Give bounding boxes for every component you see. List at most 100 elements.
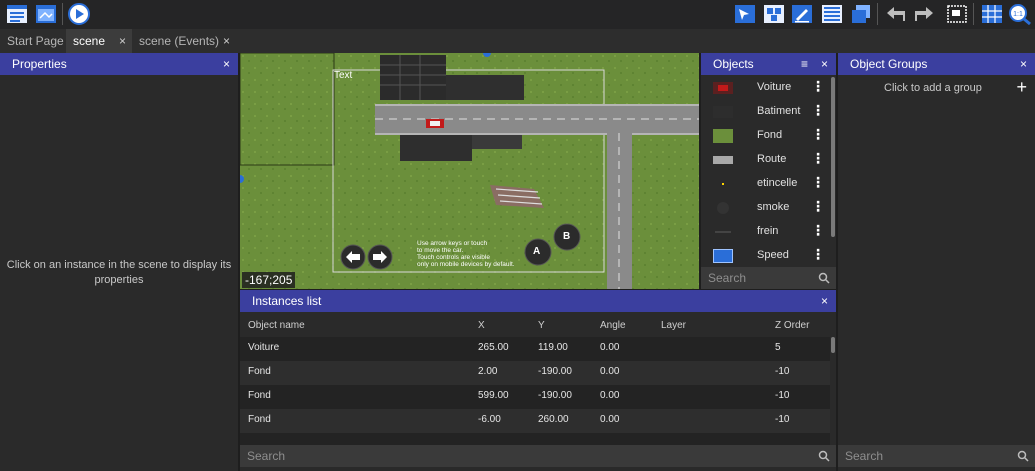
scene-window-icon[interactable] bbox=[34, 2, 58, 26]
close-icon[interactable]: × bbox=[1020, 53, 1027, 75]
search-icon[interactable] bbox=[818, 445, 830, 469]
groups-search-input[interactable]: Search bbox=[838, 445, 1035, 467]
more-options-icon[interactable]: ⋮ bbox=[811, 102, 825, 119]
table-row[interactable]: Fond 2.00 -190.00 0.00 -10 bbox=[240, 361, 830, 385]
message-line: Click on an instance in the scene to dis… bbox=[6, 259, 232, 271]
undo-icon[interactable] bbox=[884, 2, 908, 26]
more-options-icon[interactable]: ⋮ bbox=[811, 222, 825, 239]
open-groups-panel-icon[interactable] bbox=[762, 2, 786, 26]
svg-text:1:1: 1:1 bbox=[1013, 11, 1023, 18]
object-label: Speed bbox=[757, 249, 789, 261]
cell-object-name: Voiture bbox=[248, 342, 280, 353]
more-options-icon[interactable]: ⋮ bbox=[811, 126, 825, 143]
close-icon[interactable]: × bbox=[119, 29, 126, 53]
table-row[interactable]: Fond 599.00 -190.00 0.00 -10 bbox=[240, 385, 830, 409]
tab-label: scene bbox=[73, 34, 106, 48]
grass-thumb-icon bbox=[713, 129, 733, 143]
close-icon[interactable]: × bbox=[223, 53, 230, 75]
cell-y: 119.00 bbox=[538, 342, 568, 353]
window-mask-icon[interactable] bbox=[945, 2, 969, 26]
cell-object-name: Fond bbox=[248, 366, 271, 377]
filter-icon[interactable]: ≡ bbox=[801, 53, 808, 75]
close-icon[interactable]: × bbox=[821, 290, 828, 312]
tab-scene[interactable]: scene × bbox=[66, 29, 132, 53]
tab-start-page[interactable]: Start Page bbox=[0, 29, 66, 53]
cell-x: 2.00 bbox=[478, 366, 498, 377]
object-label: Voiture bbox=[757, 81, 792, 93]
more-options-icon[interactable]: ⋮ bbox=[811, 198, 825, 215]
cell-angle: 0.00 bbox=[600, 414, 620, 425]
cell-angle: 0.00 bbox=[600, 366, 620, 377]
object-item-voiture[interactable]: Voiture ⋮ bbox=[701, 76, 829, 100]
smoke-thumb-icon bbox=[713, 202, 733, 214]
instances-list-icon[interactable] bbox=[820, 2, 844, 26]
object-item-smoke[interactable]: smoke ⋮ bbox=[701, 196, 829, 220]
spark-thumb-icon bbox=[713, 178, 733, 190]
open-objects-panel-icon[interactable] bbox=[733, 2, 757, 26]
cursor-coordinates: -167;205 bbox=[242, 272, 296, 288]
column-header[interactable]: Object name bbox=[248, 320, 305, 331]
text-object-label: Text bbox=[334, 70, 353, 81]
object-label: Route bbox=[757, 153, 787, 165]
more-options-icon[interactable]: ⋮ bbox=[811, 150, 825, 167]
more-options-icon[interactable]: ⋮ bbox=[811, 174, 825, 191]
objects-search-input[interactable]: Search bbox=[701, 267, 836, 289]
properties-header: Properties × bbox=[0, 53, 238, 75]
column-header[interactable]: Z Order bbox=[775, 320, 809, 331]
search-placeholder: Search bbox=[708, 271, 747, 285]
search-placeholder: Search bbox=[845, 449, 884, 463]
road-thumb-icon bbox=[713, 156, 733, 164]
column-header[interactable]: Layer bbox=[661, 320, 686, 331]
object-label: Fond bbox=[757, 129, 783, 141]
hint-line: Touch controls are visible bbox=[417, 254, 490, 261]
hint-line: Use arrow keys or touch bbox=[417, 240, 488, 247]
more-options-icon[interactable]: ⋮ bbox=[811, 246, 825, 263]
preview-play-icon[interactable] bbox=[67, 2, 91, 26]
objects-scrollbar[interactable] bbox=[831, 77, 835, 237]
grid-icon[interactable] bbox=[980, 2, 1004, 26]
cell-z-order: -10 bbox=[775, 366, 790, 377]
object-item-speed[interactable]: Speed ⋮ bbox=[701, 244, 829, 268]
object-item-frein[interactable]: frein ⋮ bbox=[701, 220, 829, 244]
column-header[interactable]: X bbox=[478, 320, 485, 331]
cell-z-order: 5 bbox=[775, 342, 781, 353]
object-item-batiment[interactable]: Batiment ⋮ bbox=[701, 100, 829, 124]
add-group-message[interactable]: Click to add a group bbox=[884, 82, 982, 94]
cell-angle: 0.00 bbox=[600, 342, 620, 353]
message-line: properties bbox=[94, 274, 144, 286]
project-manager-icon[interactable] bbox=[5, 2, 29, 26]
edit-properties-icon[interactable] bbox=[790, 2, 814, 26]
close-icon[interactable]: × bbox=[821, 53, 828, 75]
layers-icon[interactable] bbox=[849, 2, 873, 26]
touch-button-a: A bbox=[533, 246, 541, 257]
objects-header: Objects ≡ × bbox=[701, 53, 836, 75]
object-groups-panel: Object Groups × Click to add a group + S… bbox=[838, 53, 1035, 471]
column-header[interactable]: Angle bbox=[600, 320, 626, 331]
tab-scene-events[interactable]: scene (Events) × bbox=[132, 29, 236, 53]
table-row[interactable]: Voiture 265.00 119.00 0.00 5 bbox=[240, 337, 830, 361]
cell-x: 599.00 bbox=[478, 390, 509, 401]
object-item-route[interactable]: Route ⋮ bbox=[701, 148, 829, 172]
groups-header: Object Groups × bbox=[838, 53, 1035, 75]
search-icon[interactable] bbox=[818, 267, 830, 291]
instances-search-input[interactable]: Search bbox=[240, 445, 836, 467]
column-header[interactable]: Y bbox=[538, 320, 545, 331]
brake-thumb-icon bbox=[713, 226, 733, 238]
add-group-button[interactable]: + bbox=[1016, 77, 1027, 98]
building-thumb-icon bbox=[713, 106, 733, 118]
instances-list-panel: Instances list × Object name X Y Angle L… bbox=[240, 290, 836, 471]
cell-angle: 0.00 bbox=[600, 390, 620, 401]
object-item-etincelle[interactable]: etincelle ⋮ bbox=[701, 172, 829, 196]
close-icon[interactable]: × bbox=[223, 29, 230, 53]
table-row[interactable]: Fond -6.00 260.00 0.00 -10 bbox=[240, 409, 830, 433]
scene-canvas[interactable]: Text Use arrow keys or touch to move the… bbox=[240, 53, 699, 289]
more-options-icon[interactable]: ⋮ bbox=[811, 78, 825, 95]
search-icon[interactable] bbox=[1017, 445, 1029, 469]
instances-scrollbar[interactable] bbox=[831, 337, 835, 353]
zoom-reset-icon[interactable]: 1:1 bbox=[1008, 2, 1032, 26]
redo-icon[interactable] bbox=[912, 2, 936, 26]
object-label: etincelle bbox=[757, 177, 798, 189]
cell-x: 265.00 bbox=[478, 342, 509, 353]
object-item-fond[interactable]: Fond ⋮ bbox=[701, 124, 829, 148]
table-row-partial[interactable] bbox=[240, 433, 830, 445]
